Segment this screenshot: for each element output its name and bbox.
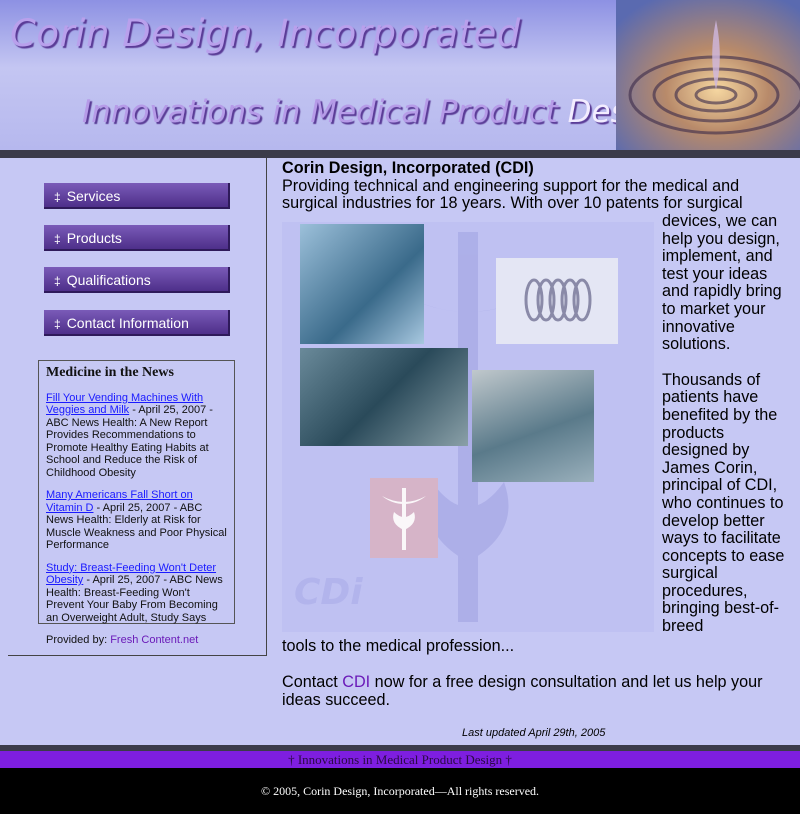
news-item: Fill Your Vending Machines With Veggies … — [46, 392, 228, 480]
caduceus-photo — [370, 478, 438, 558]
news-credit-label: Provided by: — [46, 634, 111, 646]
contact-paragraph: Contact CDI now for a free design consul… — [282, 673, 792, 709]
footer-copyright: © 2005, Corin Design, Incorporated—All r… — [0, 768, 800, 814]
spring-icon — [524, 278, 592, 322]
main-intro-text: Providing technical and engineering supp… — [282, 176, 743, 213]
footer-tagline: † Innovations in Medical Product Design … — [0, 751, 800, 768]
nav-label: Qualifications — [66, 272, 151, 288]
news-credit-link[interactable]: Fresh Content.net — [110, 634, 198, 646]
site-tagline: Innovations in Medical Product Design — [82, 94, 675, 130]
main-tail-text: tools to the medical profession... — [282, 637, 515, 655]
site-title: Corin Design, Incorporated — [10, 12, 521, 55]
caduceus-icon — [382, 488, 426, 550]
site-header: Corin Design, Incorporated Innovations i… — [0, 0, 800, 150]
side-text: devices, we can help you design, impleme… — [662, 212, 794, 636]
nav-contact-button[interactable]: ‡ Contact Information — [44, 310, 230, 336]
news-item: Study: Breast-Feeding Won't Deter Obesit… — [46, 562, 228, 625]
nav-bullet: ‡ — [54, 190, 61, 204]
news-box: Medicine in the News Fill Your Vending M… — [38, 360, 235, 646]
spring-implant-photo — [496, 258, 618, 344]
nav-label: Products — [66, 230, 122, 246]
main-heading: Corin Design, Incorporated (CDI) — [282, 159, 534, 177]
side-paragraph-2: Thousands of patients have benefited by … — [662, 370, 785, 636]
cdi-logo: CDi — [294, 572, 363, 613]
nav-services-button[interactable]: ‡ Services — [44, 183, 230, 209]
operating-room-photo — [300, 348, 468, 446]
medical-collage-image: CDi — [282, 222, 654, 632]
side-paragraph-1: devices, we can help you design, impleme… — [662, 212, 782, 354]
nav-bullet: ‡ — [54, 317, 61, 331]
news-heading: Medicine in the News — [46, 365, 174, 380]
surgical-instruments-photo — [472, 370, 594, 482]
contact-cdi-link[interactable]: CDI — [342, 673, 370, 691]
news-credit: Provided by: Fresh Content.net — [46, 634, 228, 647]
surgery-photo — [300, 224, 424, 344]
nav-label: Contact Information — [66, 315, 189, 331]
nav-bullet: ‡ — [54, 232, 61, 246]
contact-pre: Contact — [282, 673, 343, 691]
last-updated: Last updated April 29th, 2005 — [462, 727, 606, 739]
news-item: Many Americans Fall Short on Vitamin D -… — [46, 489, 228, 552]
main-intro: Corin Design, Incorporated (CDI) Providi… — [282, 159, 792, 213]
nav-bullet: ‡ — [54, 274, 61, 288]
tagline-text: Innovations in Medical Product — [82, 94, 558, 130]
nav-products-button[interactable]: ‡ Products — [44, 225, 230, 251]
nav-label: Services — [66, 188, 121, 204]
water-ripple-image — [616, 0, 800, 150]
nav-qualifications-button[interactable]: ‡ Qualifications — [44, 267, 230, 293]
header-divider — [0, 150, 800, 158]
